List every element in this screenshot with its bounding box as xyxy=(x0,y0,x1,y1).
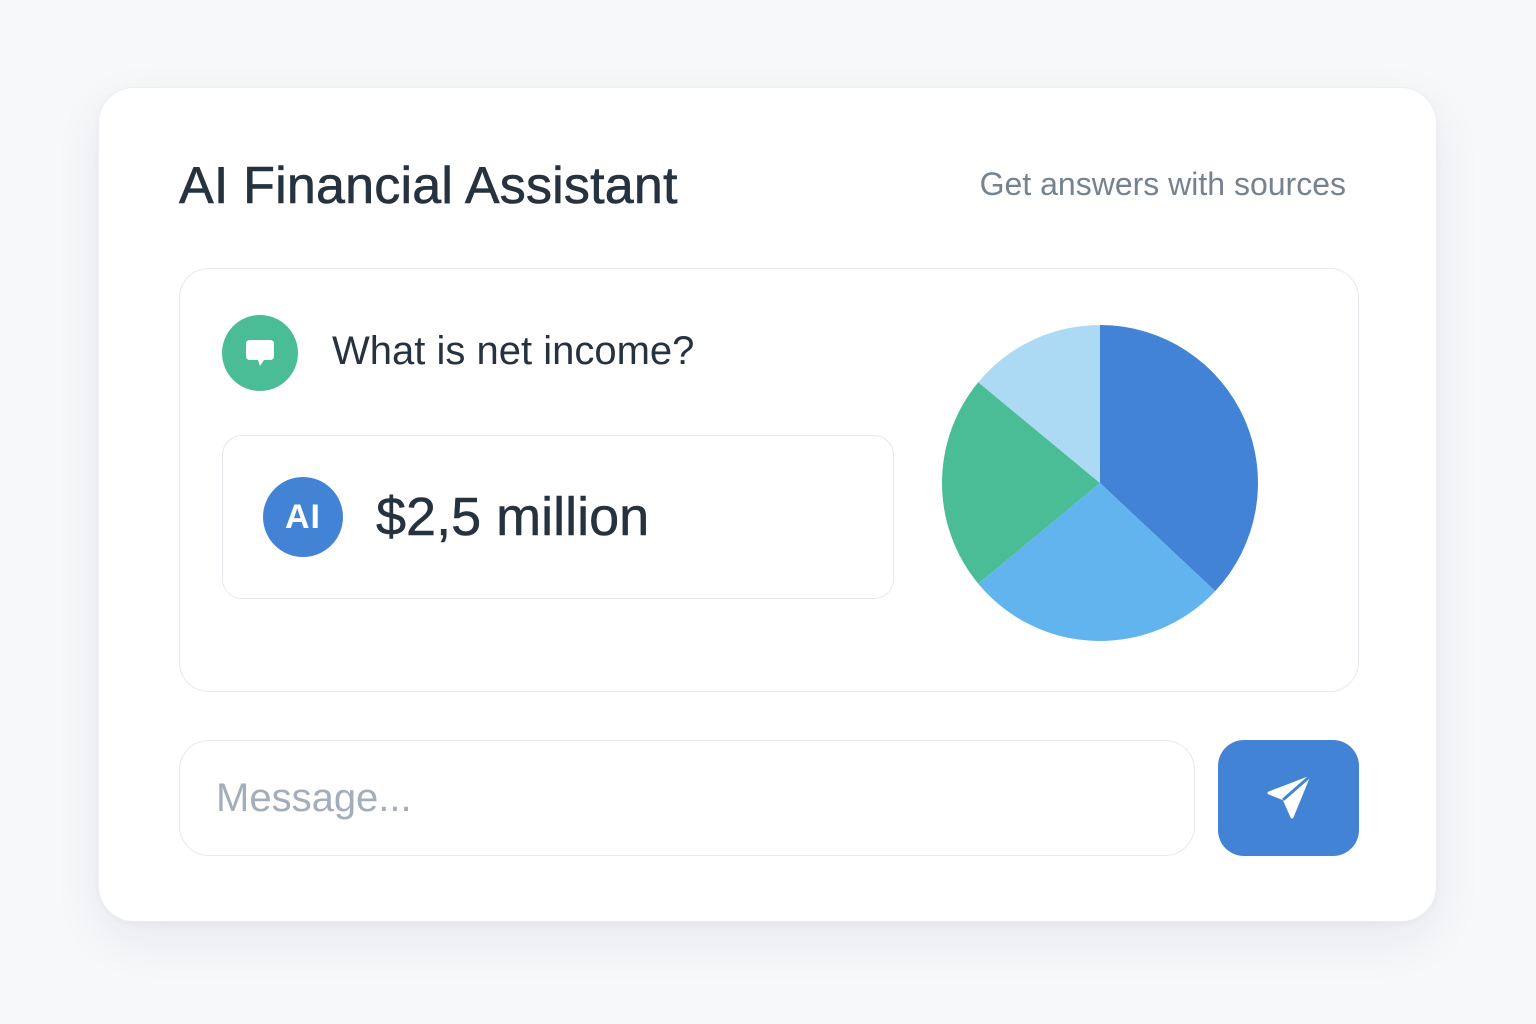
ai-avatar: AI xyxy=(263,477,343,557)
assistant-card: AI Financial Assistant Get answers with … xyxy=(98,87,1437,922)
user-question: What is net income? xyxy=(332,329,695,373)
message-input[interactable] xyxy=(179,740,1195,856)
page-title: AI Financial Assistant xyxy=(179,157,678,216)
pie-chart xyxy=(942,325,1258,641)
answer-text: $2,5 million xyxy=(376,487,650,548)
chat-panel: What is net income? AI $2,5 million xyxy=(179,268,1359,692)
chat-bubble-icon xyxy=(222,315,298,391)
send-icon xyxy=(1267,776,1309,819)
send-button[interactable] xyxy=(1218,740,1359,856)
page-subtitle: Get answers with sources xyxy=(979,166,1346,202)
answer-card: AI $2,5 million xyxy=(222,435,894,599)
